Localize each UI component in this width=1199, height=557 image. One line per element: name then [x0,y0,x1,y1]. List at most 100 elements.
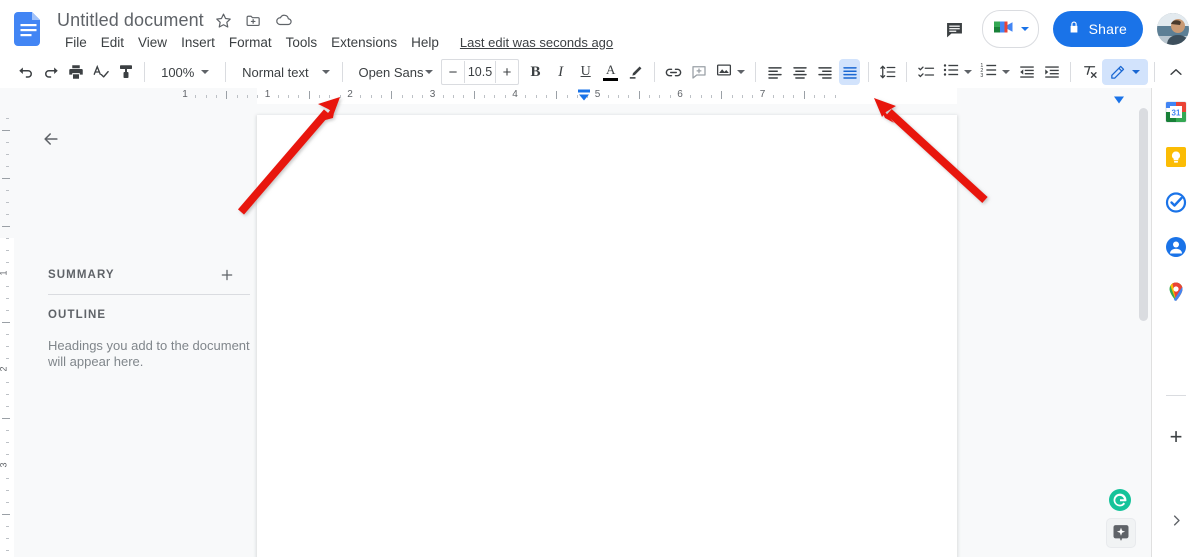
ruler-tick [236,95,238,98]
page-title[interactable]: Untitled document [57,10,204,31]
vertical-ruler-tick [6,214,9,215]
ruler-tick [422,95,424,98]
font-size-input[interactable]: 10.5 [463,61,496,83]
back-arrow-icon[interactable] [36,124,66,154]
menu-tools[interactable]: Tools [279,35,325,50]
ruler-tick [205,95,207,98]
vertical-ruler-tick [6,190,9,191]
font-size-decrease-button[interactable]: − [442,61,464,83]
align-center-icon[interactable] [789,59,810,85]
ruler-number: 2 [347,89,353,100]
underline-button[interactable]: U [575,59,596,85]
add-summary-icon[interactable] [216,264,238,286]
italic-button[interactable]: I [550,59,571,85]
bold-button[interactable]: B [525,59,546,85]
vertical-ruler-tick [6,262,9,263]
google-keep-icon[interactable] [1164,145,1188,169]
vertical-scrollbar[interactable] [1136,104,1151,557]
left-indent-marker[interactable] [576,88,592,104]
toolbar-divider [1070,62,1071,82]
ruler-tick [453,95,455,98]
svg-text:3: 3 [980,72,983,78]
google-contacts-icon[interactable] [1164,235,1188,259]
spellcheck-icon[interactable] [90,59,111,85]
clear-formatting-icon[interactable] [1079,59,1100,85]
chevron-right-icon[interactable] [1166,510,1186,530]
edit-mode-dropdown[interactable] [1102,59,1149,85]
move-to-folder-icon[interactable] [244,10,264,30]
cloud-saved-icon[interactable] [274,10,294,30]
ruler-tick [391,91,393,99]
menu-view[interactable]: View [131,35,174,50]
chevron-down-icon [737,70,746,74]
ruler-tick [360,95,362,98]
increase-indent-icon[interactable] [1041,59,1062,85]
google-calendar-icon[interactable]: 31 [1164,100,1188,124]
google-maps-icon[interactable] [1164,280,1188,304]
menu-format[interactable]: Format [222,35,279,50]
paragraph-style-value: Normal text [242,64,309,80]
align-justify-icon[interactable] [839,59,861,85]
menu-help[interactable]: Help [404,35,446,50]
grammarly-icon[interactable] [1108,488,1132,512]
toolbar-divider [755,62,757,82]
horizontal-ruler[interactable]: 1 1 2 3 4 5 6 7 [0,88,1155,104]
menu-insert[interactable]: Insert [174,35,222,50]
zoom-value: 100% [161,64,195,80]
ruler-tick [411,95,413,98]
comment-history-icon[interactable] [936,10,974,48]
star-icon[interactable] [214,10,234,30]
vertical-ruler-tick [6,442,9,443]
checklist-icon[interactable] [915,59,936,85]
ruler-tick [246,95,248,98]
right-indent-marker[interactable] [1111,93,1127,104]
line-spacing-icon[interactable] [877,59,898,85]
ruler-tick [257,95,259,98]
paragraph-style-dropdown[interactable]: Normal text [238,59,333,85]
google-meet-button[interactable] [981,10,1039,48]
undo-icon[interactable] [15,59,36,85]
zoom-dropdown[interactable]: 100% [157,59,213,85]
align-right-icon[interactable] [814,59,835,85]
font-size-increase-button[interactable]: + [496,61,518,83]
google-docs-window: Untitled document File Edit View Insert … [0,0,1199,557]
google-docs-logo[interactable] [14,12,44,46]
avatar[interactable] [1157,13,1189,45]
decrease-indent-icon[interactable] [1016,59,1037,85]
add-app-button[interactable]: + [1164,424,1188,449]
menu-bar: File Edit View Insert Format Tools Exten… [58,33,613,51]
share-button[interactable]: Share [1052,11,1143,47]
ai-sparkle-button[interactable] [1106,518,1136,548]
insert-link-icon[interactable] [663,59,684,85]
bulleted-list-dropdown[interactable] [938,59,976,85]
font-family-dropdown[interactable]: Open Sans [354,59,437,85]
paint-format-icon[interactable] [115,59,136,85]
menu-extensions[interactable]: Extensions [324,35,404,50]
ruler-tick [638,91,640,99]
text-color-button[interactable]: A [600,59,621,85]
align-left-icon[interactable] [764,59,785,85]
menu-file[interactable]: File [58,35,94,50]
ruler-tick [535,95,537,98]
highlight-pen-icon[interactable] [625,59,646,85]
ruler-tick [195,95,197,98]
ruler-number: 3 [429,89,436,100]
ruler-tick [731,95,733,98]
collapse-toolbar-button[interactable] [1163,59,1189,85]
print-icon[interactable] [65,59,86,85]
numbered-list-dropdown[interactable]: 123 [976,59,1014,85]
menu-edit[interactable]: Edit [94,35,131,50]
vertical-ruler[interactable]: 1234 [0,104,14,557]
add-comment-icon[interactable] [688,59,709,85]
ruler-tick [803,91,805,99]
google-meet-icon [991,16,1017,43]
insert-image-dropdown[interactable] [711,59,749,85]
last-edit-link[interactable]: Last edit was seconds ago [460,35,613,50]
toolbar-divider [906,62,907,82]
summary-heading: SUMMARY [48,269,115,281]
vertical-ruler-tick [6,478,9,479]
document-page[interactable] [257,115,957,557]
scrollbar-thumb[interactable] [1139,108,1148,321]
google-tasks-icon[interactable] [1164,190,1188,214]
redo-icon[interactable] [40,59,61,85]
